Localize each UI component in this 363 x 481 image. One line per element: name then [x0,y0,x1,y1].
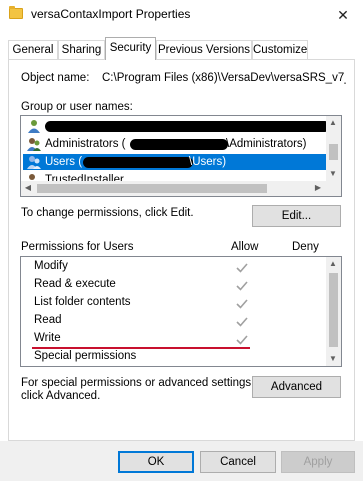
redaction [83,157,193,168]
scroll-up-icon[interactable]: ▲ [326,257,340,271]
list-item[interactable]: Users ( \Users) [23,154,326,170]
scroll-up-icon[interactable]: ▲ [326,116,340,130]
tab-bar: General Sharing Security Previous Versio… [0,37,363,60]
scroll-left-icon[interactable]: ◀ [21,181,35,195]
tab-customize[interactable]: Customize [252,40,308,60]
permission-special: Special permissions [34,350,137,362]
check-icon [236,299,248,309]
annotation-underline [32,347,250,349]
deny-header: Deny [292,241,319,253]
user-icon [28,120,40,133]
title-bar: versaContaxImport Properties ✕ [0,0,363,30]
tab-sharing[interactable]: Sharing [58,40,105,60]
list-item-label: Users ( [45,156,83,168]
ok-button[interactable]: OK [118,451,194,473]
horizontal-scrollbar[interactable]: ◀ ▶ [21,181,341,196]
check-icon [236,263,248,273]
permission-read-execute: Read & execute [34,278,116,290]
allow-header: Allow [231,241,259,253]
apply-button[interactable]: Apply [281,451,355,473]
check-icon [236,317,248,327]
check-icon [236,281,248,291]
vertical-scrollbar[interactable]: ▲ ▼ [326,257,341,366]
group-icon [27,138,41,151]
change-permissions-text: To change permissions, click Edit. [21,207,194,219]
list-item[interactable]: TrustedInstaller [23,172,326,181]
group-icon [27,156,41,169]
permission-write: Write [34,332,61,344]
scroll-thumb[interactable] [37,184,267,193]
scroll-thumb[interactable] [329,144,338,160]
scroll-thumb[interactable] [329,273,338,347]
permission-list-folder: List folder contents [34,296,131,308]
edit-button[interactable]: Edit... [252,205,341,227]
vertical-scrollbar[interactable]: ▲ ▼ [326,116,341,181]
advanced-text-line2: click Advanced. [21,390,101,402]
group-label: Group or user names: [21,101,133,113]
permissions-header: Permissions for Users [21,241,134,253]
object-name-label: Object name: [21,72,90,84]
window-title: versaContaxImport Properties [31,7,191,21]
list-item[interactable]: Administrators ( \Administrators) [23,136,326,152]
scroll-right-icon[interactable]: ▶ [311,181,325,195]
close-icon[interactable]: ✕ [329,4,357,26]
group-listbox[interactable]: Administrators ( \Administrators) Users … [20,115,342,197]
tab-general[interactable]: General [8,40,58,60]
list-item-label: \Users) [189,156,227,168]
check-icon [236,335,248,345]
scroll-down-icon[interactable]: ▼ [326,352,340,366]
tab-previous-versions[interactable]: Previous Versions [156,40,252,60]
folder-icon [9,6,23,19]
redaction [130,139,228,150]
scroll-down-icon[interactable]: ▼ [326,167,340,181]
advanced-text-line1: For special permissions or advanced sett… [21,377,255,389]
advanced-button[interactable]: Advanced [252,376,341,398]
scroll-corner [326,181,341,196]
cancel-button[interactable]: Cancel [200,451,276,473]
redaction [45,121,330,132]
list-item-label: Administrators ( [45,138,126,150]
object-name-value: C:\Program Files (x86)\VersaDev\versaSRS… [102,72,346,84]
permission-read: Read [34,314,62,326]
list-item-label: TrustedInstaller [45,174,124,181]
permission-modify: Modify [34,260,68,272]
group-icon [29,174,35,180]
list-item[interactable] [23,118,330,134]
list-item-label: \Administrators) [226,138,307,150]
tab-security[interactable]: Security [105,37,156,60]
permissions-listbox[interactable]: Modify Read & execute List folder conten… [20,256,342,367]
